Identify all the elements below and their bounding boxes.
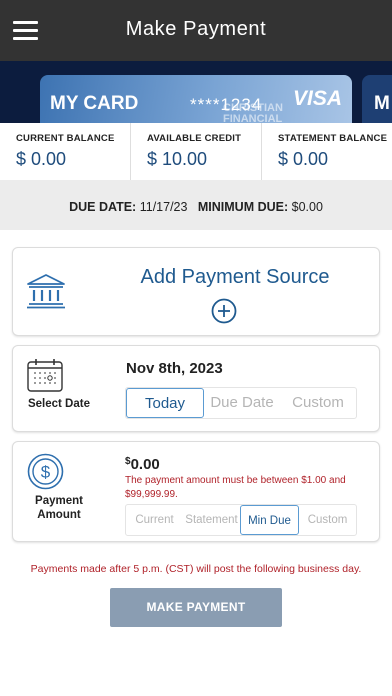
visa-logo: VISA <box>292 87 342 110</box>
minimum-due-value: $0.00 <box>291 200 323 214</box>
minimum-due-label: MINIMUM DUE: <box>197 200 289 214</box>
amount-option-current[interactable]: Current <box>126 505 183 535</box>
card-number: ****1234 <box>190 95 263 114</box>
card-name: MY CARD <box>50 93 139 114</box>
balance-summary: CURRENT BALANCE $ 0.00 AVAILABLE CREDIT … <box>0 123 392 180</box>
make-payment-button[interactable]: MAKE PAYMENT <box>110 588 282 627</box>
select-date-panel: Select Date Nov 8th, 2023 Today Due Date… <box>12 345 380 432</box>
select-date-label: Select Date <box>27 398 90 410</box>
add-payment-source-panel[interactable]: Add Payment Source <box>12 247 380 336</box>
add-payment-source-title[interactable]: Add Payment Source <box>91 266 379 289</box>
card-carousel[interactable]: MY CARD CHRISTIAN FINANCIAL ****1234 VIS… <box>0 61 392 123</box>
bank-icon <box>27 274 65 309</box>
next-card[interactable]: M <box>362 75 392 123</box>
calendar-icon <box>27 359 63 392</box>
current-balance: CURRENT BALANCE $ 0.00 <box>0 123 131 180</box>
payment-amount-label: Payment Amount <box>35 495 83 521</box>
svg-text:$: $ <box>41 463 51 482</box>
payment-amount-input[interactable]: $0.00 <box>125 456 160 473</box>
due-info-bar: DUE DATE: 11/17/23 MINIMUM DUE: $0.00 <box>0 180 392 230</box>
payment-amount-panel: $ Payment Amount $0.00 The payment amoun… <box>12 441 380 542</box>
amount-option-min-due[interactable]: Min Due <box>240 505 299 535</box>
selected-date: Nov 8th, 2023 <box>126 360 223 377</box>
amount-option-custom[interactable]: Custom <box>299 505 356 535</box>
amount-error-message: The payment amount must be between $1.00… <box>125 475 346 500</box>
date-option-segment: Today Due Date Custom <box>125 387 357 419</box>
date-option-due-date[interactable]: Due Date <box>204 388 280 418</box>
dollar-circle-icon: $ <box>27 453 64 490</box>
cutoff-notice: Payments made after 5 p.m. (CST) will po… <box>30 563 362 575</box>
available-credit: AVAILABLE CREDIT $ 10.00 <box>131 123 262 180</box>
due-date-label: DUE DATE: <box>69 200 137 214</box>
top-bar: Make Payment <box>0 0 392 61</box>
date-option-today[interactable]: Today <box>126 388 204 418</box>
page-title: Make Payment <box>125 18 267 40</box>
statement-balance: STATEMENT BALANCE $ 0.00 <box>278 133 388 169</box>
add-circle-icon[interactable] <box>211 298 237 324</box>
date-option-custom[interactable]: Custom <box>280 388 356 418</box>
due-date-value: 11/17/23 <box>139 200 188 214</box>
credit-card[interactable]: MY CARD CHRISTIAN FINANCIAL ****1234 VIS… <box>40 75 352 123</box>
amount-option-segment: Current Statement Min Due Custom <box>125 504 357 536</box>
amount-option-statement[interactable]: Statement <box>183 505 240 535</box>
